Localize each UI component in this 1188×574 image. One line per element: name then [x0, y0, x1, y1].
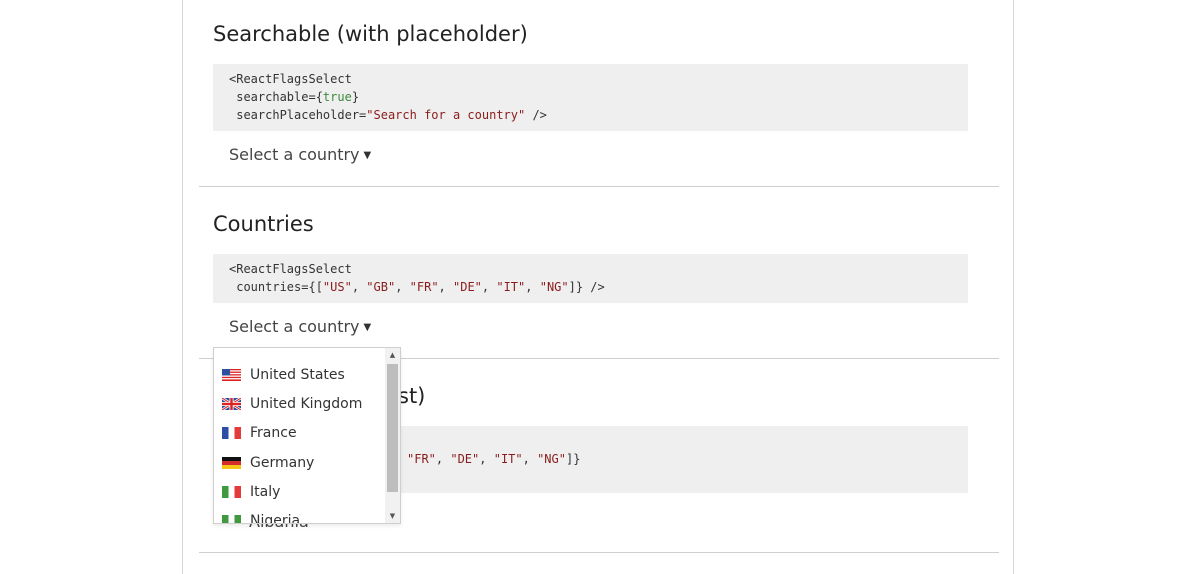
code-string: "GB"	[366, 280, 396, 294]
scrollbar-thumb[interactable]	[387, 364, 398, 492]
code-text: ,	[525, 280, 540, 294]
scroll-down-icon[interactable]: ▼	[385, 509, 400, 523]
code-text: searchable={	[229, 90, 323, 104]
country-option-ng[interactable]: Nigeria	[214, 506, 386, 524]
scroll-up-icon[interactable]: ▲	[385, 348, 400, 362]
code-string: "Search for a country"	[366, 108, 526, 122]
code-text: ]}	[565, 452, 581, 466]
it-flag-icon	[222, 485, 241, 498]
code-string: "FR"	[407, 452, 436, 466]
code-boolean: true	[322, 90, 352, 104]
code-text: ,	[435, 452, 451, 466]
code-line: <ReactFlagsSelect	[229, 70, 952, 88]
caret-down-icon: ▼	[363, 322, 372, 333]
code-text: ,	[522, 452, 538, 466]
country-option-label: United Kingdom	[250, 395, 363, 412]
country-option-label: Germany	[250, 454, 315, 471]
section-title-fragment: st)	[398, 384, 426, 408]
dropdown-scrollbar[interactable]: ▲ ▼	[385, 348, 400, 523]
code-block: <ReactFlagsSelect countries={["US", "GB"…	[213, 254, 968, 303]
gb-flag-icon	[222, 397, 241, 410]
caret-down-icon: ▼	[363, 150, 372, 161]
code-line: <ReactFlagsSelect	[229, 260, 952, 278]
country-option-us[interactable]: United States	[214, 360, 386, 389]
code-string: "DE"	[453, 280, 482, 294]
code-text: <ReactFlagsSelect	[229, 262, 352, 276]
code-text: />	[525, 108, 547, 122]
code-line: searchable={true}	[229, 88, 952, 106]
code-string: "NG"	[539, 280, 569, 294]
country-dropdown[interactable]: United States United Kingdom France Germ…	[213, 347, 401, 524]
code-text: ,	[438, 280, 453, 294]
code-string: "IT"	[493, 452, 523, 466]
country-option-label: United States	[250, 366, 345, 383]
country-option-label: France	[250, 425, 297, 442]
country-option-label: Nigeria	[250, 513, 301, 524]
country-select-button[interactable]: Select a country ▼	[229, 317, 371, 336]
code-string: "US"	[322, 280, 352, 294]
section-divider	[199, 186, 999, 187]
country-option-it[interactable]: Italy	[214, 477, 386, 506]
code-line: searchPlaceholder="Search for a country"…	[229, 106, 952, 124]
country-option-gb[interactable]: United Kingdom	[214, 389, 386, 418]
country-option-label: Italy	[250, 483, 281, 500]
fr-flag-icon	[222, 427, 241, 440]
code-text: ,	[481, 280, 497, 294]
code-string: "FR"	[409, 280, 439, 294]
code-text: ]} />	[568, 280, 605, 294]
us-flag-icon	[222, 368, 241, 381]
select-label: Select a country	[229, 317, 360, 336]
country-select-button[interactable]: Select a country ▼	[229, 145, 371, 164]
code-text: searchPlaceholder=	[229, 108, 367, 122]
code-text: countries={[	[229, 280, 323, 294]
code-block: <ReactFlagsSelect searchable={true} sear…	[213, 64, 968, 131]
code-text: }	[351, 90, 360, 104]
country-option-list: United States United Kingdom France Germ…	[214, 360, 386, 524]
section-title: Countries	[213, 212, 314, 236]
code-string: "IT"	[496, 280, 526, 294]
section-title: Searchable (with placeholder)	[213, 22, 528, 46]
select-label: Select a country	[229, 145, 360, 164]
code-text: ,	[351, 280, 367, 294]
section-divider	[199, 552, 999, 553]
code-text: ,	[395, 280, 410, 294]
code-string: "DE"	[450, 452, 480, 466]
country-option-fr[interactable]: France	[214, 419, 386, 448]
code-line: countries={["US", "GB", "FR", "DE", "IT"…	[229, 278, 952, 296]
de-flag-icon	[222, 456, 241, 469]
code-text: <ReactFlagsSelect	[229, 72, 352, 86]
code-string: "NG"	[537, 452, 566, 466]
ng-flag-icon	[222, 515, 241, 523]
code-text: ,	[479, 452, 494, 466]
country-option-de[interactable]: Germany	[214, 448, 386, 477]
